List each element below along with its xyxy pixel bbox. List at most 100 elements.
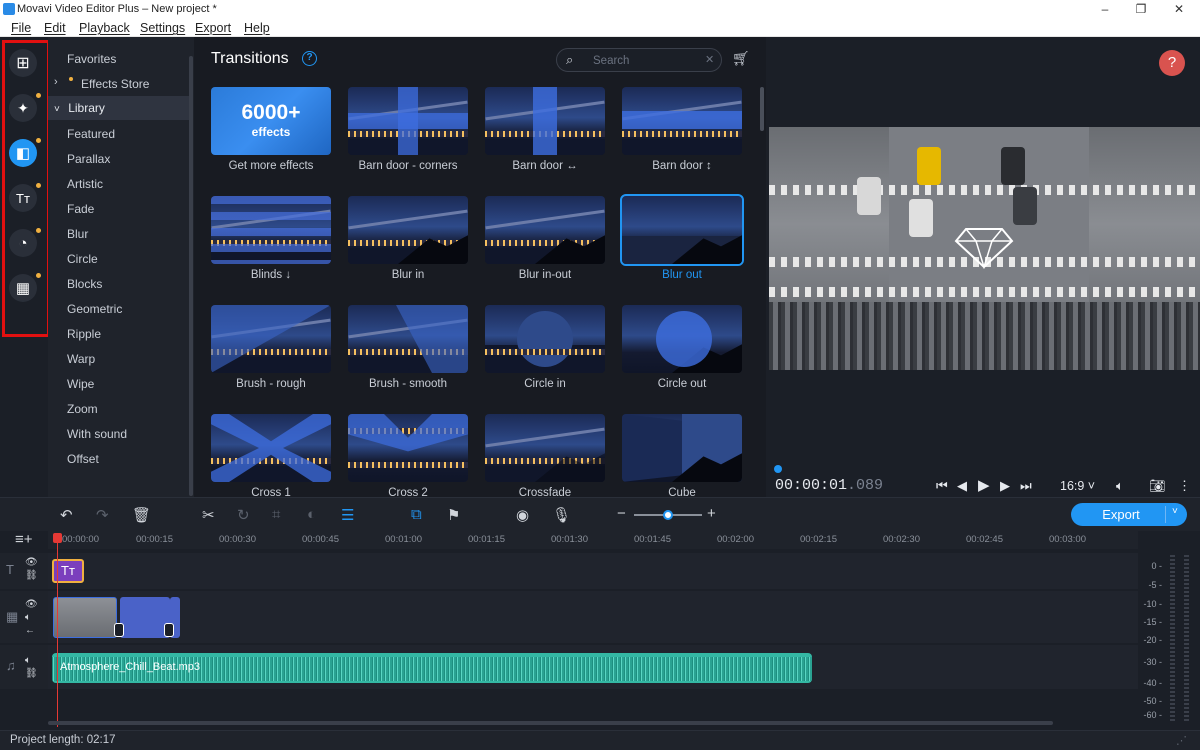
category-fade[interactable]: Fade xyxy=(67,202,94,216)
preview-scrubber[interactable] xyxy=(774,465,782,473)
menu-edit[interactable]: Edit xyxy=(44,21,66,35)
video-track-lane[interactable] xyxy=(48,591,1138,643)
category-effects-store[interactable]: Effects Store xyxy=(81,77,149,91)
chevron-right-icon[interactable]: › xyxy=(54,76,58,88)
transitions-button[interactable]: ◧ xyxy=(9,138,41,167)
cut-icon[interactable]: ✂ xyxy=(202,506,215,524)
category-parallax[interactable]: Parallax xyxy=(67,152,110,166)
category-warp[interactable]: Warp xyxy=(67,352,95,366)
category-artistic[interactable]: Artistic xyxy=(67,177,103,191)
webcam-icon[interactable]: ◉ xyxy=(516,506,529,524)
category-geometric[interactable]: Geometric xyxy=(67,302,122,316)
add-track-icon[interactable]: ≡+ xyxy=(15,531,33,548)
category-with-sound[interactable]: With sound xyxy=(67,427,127,441)
next-frame-icon[interactable]: ▶︎ xyxy=(1000,478,1010,494)
zoom-in-button[interactable]: + xyxy=(707,505,716,522)
help-icon[interactable]: ? xyxy=(302,51,317,66)
mute-speaker-icon[interactable]: 🔈︎ xyxy=(25,655,31,666)
playhead[interactable] xyxy=(53,533,62,727)
audio-clip[interactable]: Atmosphere_Chill_Beat.mp3 xyxy=(52,653,812,683)
category-featured[interactable]: Featured xyxy=(67,127,115,141)
help-button[interactable]: ? xyxy=(1159,50,1185,76)
video-clip[interactable] xyxy=(53,597,117,638)
mute-speaker-icon[interactable]: 🔈︎ xyxy=(25,612,31,623)
clip-properties-icon[interactable]: ☰ xyxy=(341,506,354,524)
search-input[interactable] xyxy=(593,53,693,68)
transition-tile[interactable]: Cube xyxy=(622,414,742,499)
undo-icon[interactable]: ↶ xyxy=(60,506,73,524)
category-blur[interactable]: Blur xyxy=(67,227,88,241)
transition-tile[interactable]: Blinds ↓ xyxy=(211,196,331,281)
category-zoom[interactable]: Zoom xyxy=(67,402,98,416)
maximize-button[interactable]: ❐ xyxy=(1126,0,1156,19)
export-button[interactable]: Export ˅ xyxy=(1071,503,1187,526)
transition-marker-icon[interactable] xyxy=(164,623,174,637)
zoom-slider-handle[interactable] xyxy=(663,510,673,520)
titles-button[interactable]: Tт xyxy=(9,183,41,212)
volume-icon[interactable]: 🔈︎ xyxy=(1116,478,1124,494)
menu-file[interactable]: File xyxy=(11,21,31,35)
transition-tile[interactable]: Cross 1 xyxy=(211,414,331,499)
marker-flag-icon[interactable]: ⚑ xyxy=(447,506,460,524)
category-library[interactable]: ˅ Library xyxy=(48,96,190,120)
menu-export[interactable]: Export xyxy=(195,21,231,35)
time-ruler[interactable]: 00:00:00 00:00:15 00:00:30 00:00:45 00:0… xyxy=(48,531,1138,549)
link-icon[interactable]: ⛓︎ xyxy=(25,570,38,581)
category-ripple[interactable]: Ripple xyxy=(67,327,101,341)
category-blocks[interactable]: Blocks xyxy=(67,277,102,291)
transition-tile-selected[interactable]: Blur out xyxy=(620,194,744,281)
timeline-scrollbar[interactable] xyxy=(48,721,1053,725)
category-favorites[interactable]: Favorites xyxy=(67,52,116,66)
more-tools-button[interactable]: ▦ xyxy=(9,273,41,302)
cart-icon[interactable]: 🛒︎ xyxy=(732,50,750,67)
visibility-eye-icon[interactable]: 👁︎ xyxy=(25,557,38,568)
link-icon[interactable]: ⛓︎ xyxy=(25,668,38,679)
skip-to-end-icon[interactable]: ⏭ xyxy=(1020,478,1032,494)
export-dropdown-icon[interactable]: ˅ xyxy=(1172,506,1178,517)
category-wipe[interactable]: Wipe xyxy=(67,377,94,391)
transition-tile[interactable]: Barn door ↔ xyxy=(485,87,605,172)
aspect-ratio-dropdown[interactable]: 16:9 ˅ xyxy=(1060,479,1095,493)
previous-frame-icon[interactable]: ◀︎ xyxy=(957,478,967,494)
close-button[interactable]: ✕ xyxy=(1164,0,1194,19)
category-scrollbar[interactable] xyxy=(189,56,193,496)
video-clip[interactable] xyxy=(120,597,170,638)
transition-marker-icon[interactable] xyxy=(114,623,124,637)
transition-tile[interactable]: Barn door ↕ xyxy=(622,87,742,172)
snapshot-icon[interactable]: 📷︎ xyxy=(1149,478,1166,494)
transition-tile[interactable]: Crossfade xyxy=(485,414,605,499)
minimize-button[interactable]: – xyxy=(1090,0,1120,19)
filters-button[interactable]: ✦ xyxy=(9,93,41,122)
transitions-scrollbar[interactable] xyxy=(760,87,764,131)
import-button[interactable]: ⊞ xyxy=(9,49,37,77)
menu-settings[interactable]: Settings xyxy=(140,21,185,35)
play-icon[interactable]: ▶ xyxy=(978,476,990,494)
transition-tile[interactable]: Blur in-out xyxy=(485,196,605,281)
zoom-out-button[interactable]: − xyxy=(617,505,626,522)
rotate-icon[interactable]: ↻ xyxy=(237,506,250,524)
category-offset[interactable]: Offset xyxy=(67,452,99,466)
delete-icon[interactable]: 🗑︎ xyxy=(132,506,151,524)
microphone-icon[interactable]: 🎙︎ xyxy=(552,506,571,524)
menu-playback[interactable]: Playback xyxy=(79,21,130,35)
transition-tile[interactable]: Brush - rough xyxy=(211,305,331,390)
transition-tile[interactable]: Brush - smooth xyxy=(348,305,468,390)
link-arrow-icon[interactable]: ← xyxy=(25,625,35,636)
more-options-icon[interactable]: ⋮ xyxy=(1178,478,1191,494)
skip-to-start-icon[interactable]: ⏮ xyxy=(936,478,948,494)
visibility-eye-icon[interactable]: 👁︎ xyxy=(25,599,38,610)
crop-icon[interactable]: ⌗ xyxy=(272,506,280,523)
title-track-lane[interactable] xyxy=(48,553,1138,589)
category-circle[interactable]: Circle xyxy=(67,252,98,266)
transition-tile[interactable]: Barn door - corners xyxy=(348,87,468,172)
transition-wizard-icon[interactable]: ⧉ xyxy=(411,506,422,523)
transition-tile[interactable]: Cross 2 xyxy=(348,414,468,499)
color-adjust-icon[interactable]: ◐ xyxy=(307,506,316,523)
redo-icon[interactable]: ↷ xyxy=(96,506,109,524)
transition-tile[interactable]: Circle in xyxy=(485,305,605,390)
transition-tile[interactable]: Circle out xyxy=(622,305,742,390)
transition-tile-get-more[interactable]: 6000+ effects Get more effects xyxy=(211,87,331,172)
transition-tile[interactable]: Blur in xyxy=(348,196,468,281)
stickers-button[interactable]: ◔ xyxy=(9,228,41,257)
menu-help[interactable]: Help xyxy=(244,21,270,35)
